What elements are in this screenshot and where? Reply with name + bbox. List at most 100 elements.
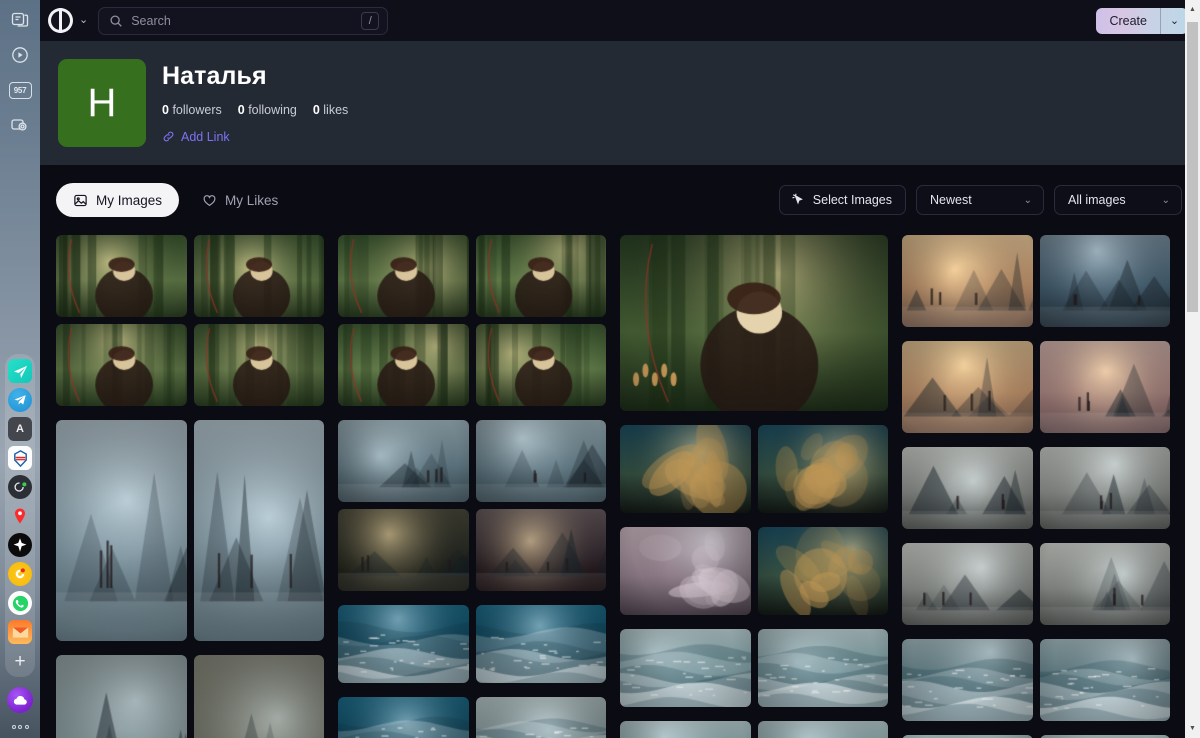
- wave-crest-3[interactable]: [620, 721, 751, 738]
- whatsapp-panel-icon[interactable]: [8, 591, 32, 615]
- ghost-figure-1[interactable]: [56, 655, 187, 738]
- page-scrollbar[interactable]: ▲ ▼: [1185, 0, 1200, 738]
- create-button-group[interactable]: Create ⌄: [1096, 7, 1188, 34]
- telegram-panel-icon[interactable]: [8, 388, 32, 412]
- create-dropdown-caret-icon[interactable]: ⌄: [1160, 7, 1188, 34]
- map-pin-panel-icon[interactable]: [8, 504, 32, 528]
- biomech-creature-3[interactable]: [757, 527, 888, 615]
- scrollbar-thumb[interactable]: [1187, 22, 1198, 312]
- gallery-tabs: My Images My Likes: [56, 183, 295, 217]
- image-group: [620, 235, 888, 411]
- topbar-right: Create ⌄: [1096, 7, 1188, 34]
- moon-seascape-1[interactable]: [1039, 235, 1170, 327]
- counter-badge-icon[interactable]: 957: [8, 78, 32, 102]
- stat-followers-label: followers: [172, 102, 222, 117]
- select-images-button[interactable]: Select Images: [778, 185, 906, 215]
- media-player-icon[interactable]: [8, 43, 32, 67]
- archer-portrait-1[interactable]: [338, 235, 469, 317]
- paper-plane-panel-icon[interactable]: [8, 359, 32, 383]
- status-dot-panel-icon[interactable]: [8, 475, 32, 499]
- grey-sea-storm-3[interactable]: [902, 543, 1033, 625]
- wave-crest-4[interactable]: [757, 721, 888, 738]
- fog-ruins-2[interactable]: [475, 420, 606, 502]
- rail-overflow-menu[interactable]: [11, 725, 29, 729]
- image-group: [56, 235, 324, 406]
- column-4: [902, 235, 1170, 738]
- letter-a-panel-icon[interactable]: A: [8, 417, 32, 441]
- filter-dropdown[interactable]: All images ⌄: [1054, 185, 1182, 215]
- chevron-down-icon[interactable]: ⌄: [79, 15, 88, 26]
- crimson-tree-1[interactable]: [475, 509, 606, 591]
- stat-following-label: following: [248, 102, 297, 117]
- biomech-creature-1[interactable]: [620, 425, 751, 513]
- music-panel-icon[interactable]: [8, 562, 32, 586]
- column-2: [338, 235, 606, 738]
- filter-dropdown-value: All images: [1068, 193, 1126, 207]
- fog-ruins-1[interactable]: [338, 420, 469, 502]
- counter-badge-value: 957: [8, 81, 32, 99]
- archer-portrait-3[interactable]: [338, 324, 469, 406]
- gallery-toolbar: My Images My Likes Select Images Newest …: [40, 165, 1200, 235]
- star-ai-panel-icon[interactable]: [8, 533, 32, 557]
- grey-shipwreck-1[interactable]: [1039, 543, 1170, 625]
- cloud-panel-icon[interactable]: [7, 687, 33, 713]
- ocean-wave-1[interactable]: [338, 605, 469, 683]
- archer-forest-4[interactable]: [193, 324, 324, 406]
- brand-area[interactable]: ⌄: [48, 8, 88, 33]
- archer-forest-1[interactable]: [56, 235, 187, 317]
- biomech-creature-2[interactable]: [757, 425, 888, 513]
- scrollbar-up-arrow-icon[interactable]: ▲: [1185, 2, 1200, 17]
- stat-likes-label: likes: [323, 102, 349, 117]
- profile-stats: 0 followers 0 following 0 likes: [162, 103, 348, 117]
- image-group: [620, 425, 888, 513]
- wave-steel-1[interactable]: [902, 639, 1033, 721]
- image-group: [620, 527, 888, 615]
- wave-crest-2[interactable]: [757, 629, 888, 707]
- sunset-seascape-1[interactable]: [902, 235, 1033, 327]
- add-link-label: Add Link: [181, 129, 230, 144]
- archer-portrait-4[interactable]: [475, 324, 606, 406]
- column-3: [620, 235, 888, 738]
- tab-my-images-label: My Images: [96, 192, 163, 208]
- scrollbar-down-arrow-icon[interactable]: ▼: [1185, 721, 1200, 736]
- archer-forest-3[interactable]: [56, 324, 187, 406]
- biomech-city-1[interactable]: [620, 527, 751, 615]
- add-panel-button[interactable]: +: [8, 649, 32, 673]
- search-input[interactable]: [131, 13, 354, 28]
- rose-mist-figures-1[interactable]: [1039, 341, 1170, 433]
- reading-list-icon[interactable]: [8, 8, 32, 32]
- fog-forest-ember-1[interactable]: [338, 509, 469, 591]
- mail-panel-icon[interactable]: [8, 620, 32, 644]
- ocean-horizon-1[interactable]: [475, 697, 606, 738]
- sunset-citadel-1[interactable]: [902, 341, 1033, 433]
- create-button[interactable]: Create: [1096, 8, 1160, 34]
- grey-sea-storm-2[interactable]: [1039, 447, 1170, 529]
- grey-sea-storm-1[interactable]: [902, 447, 1033, 529]
- floating-island-sea-1[interactable]: [56, 420, 187, 641]
- wave-crest-1[interactable]: [620, 629, 751, 707]
- image-group: [620, 721, 888, 738]
- search-shortcut-badge: /: [361, 11, 380, 30]
- add-link-button[interactable]: Add Link: [162, 130, 230, 144]
- archer-forest-2[interactable]: [193, 235, 324, 317]
- glow-artifact-1[interactable]: [193, 655, 324, 738]
- floating-island-sea-2[interactable]: [193, 420, 324, 641]
- tab-my-images[interactable]: My Images: [56, 183, 180, 217]
- browser-window: 957 A + ⌄ Search / Create ⌄ H Наталья 0 …: [0, 0, 1200, 738]
- ocean-wave-3[interactable]: [338, 697, 469, 738]
- ocean-wave-2[interactable]: [475, 605, 606, 683]
- screenshot-panel-icon[interactable]: [8, 113, 32, 137]
- leonardo-logo[interactable]: [48, 8, 73, 33]
- stat-likes-count: 0: [312, 102, 320, 117]
- wave-steel-2[interactable]: [1039, 639, 1170, 721]
- select-images-label: Select Images: [812, 193, 892, 207]
- archer-portrait-2[interactable]: [475, 235, 606, 317]
- sort-dropdown[interactable]: Newest ⌄: [916, 185, 1044, 215]
- heart-icon: [203, 194, 216, 206]
- search-bar[interactable]: /: [98, 6, 389, 35]
- leonardo-app: ⌄ / Create ⌄ H Наталья: [40, 0, 1200, 738]
- red-logo-panel-icon[interactable]: [8, 446, 32, 470]
- tab-my-likes-label: My Likes: [225, 192, 279, 208]
- tab-my-likes[interactable]: My Likes: [185, 183, 295, 217]
- hero-archer-candlelight[interactable]: [620, 235, 888, 411]
